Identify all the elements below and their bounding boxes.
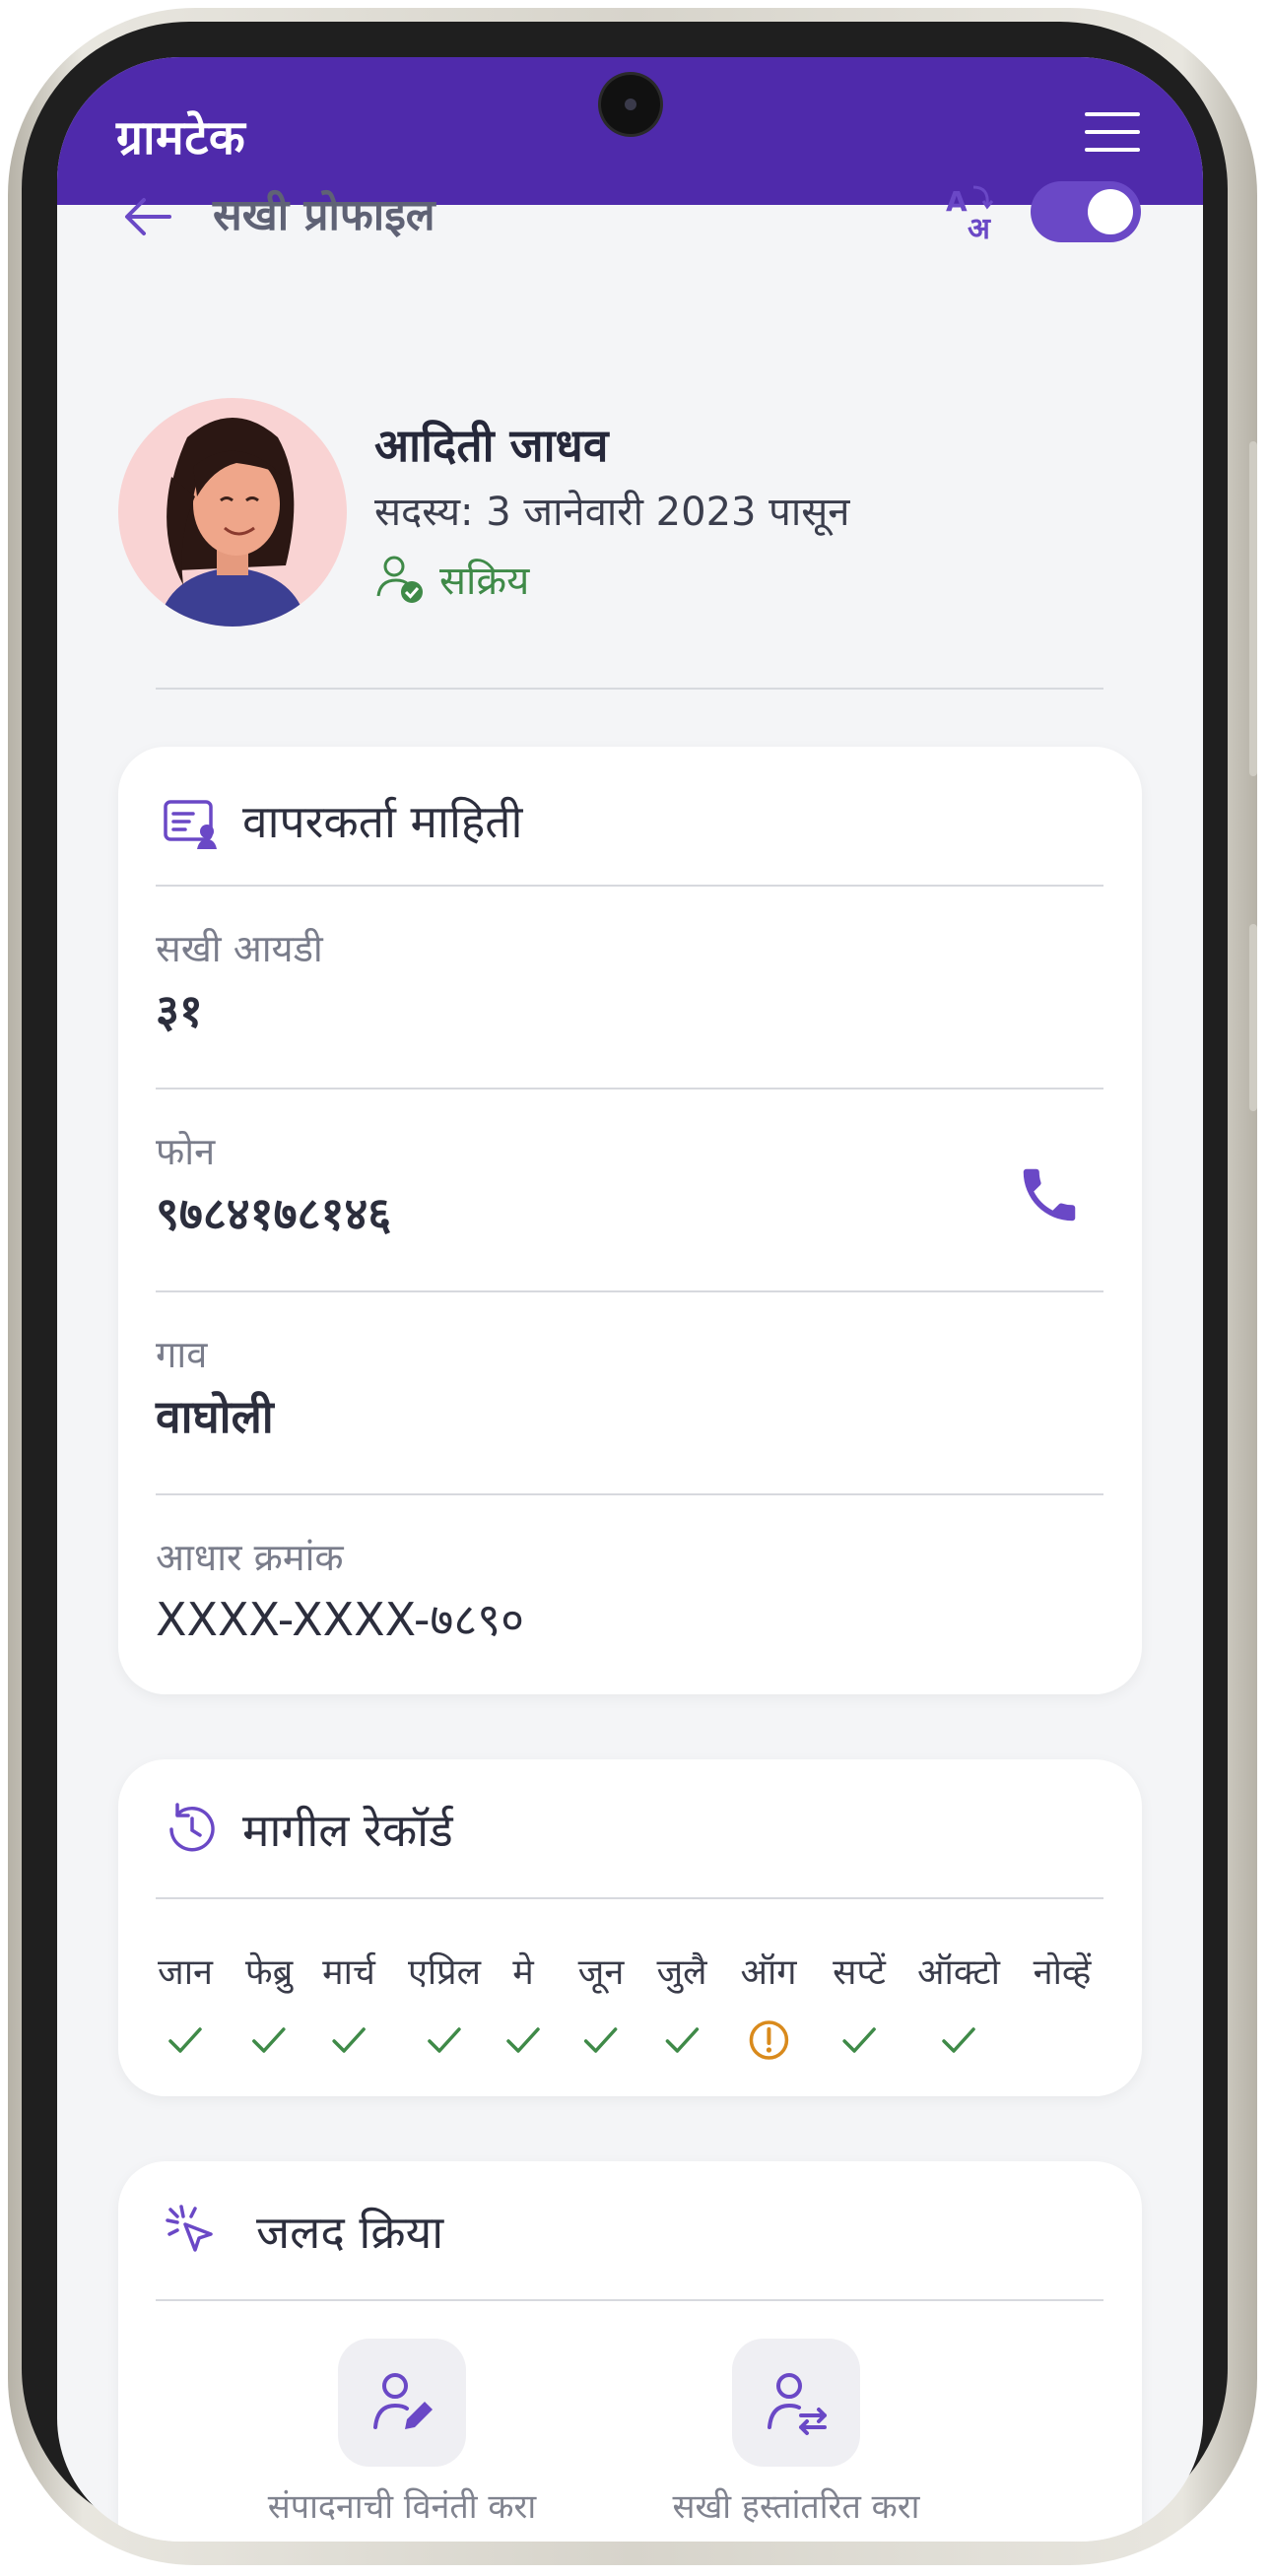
field-value-phone: ९७८४१७८१४६ xyxy=(156,1187,392,1240)
history-month-status xyxy=(503,2018,543,2062)
field-label-phone: फोन xyxy=(156,1130,216,1173)
history-card: मागील रेकॉर्ड जान फेब्रु मार्च एप्रिल मे जून ज… xyxy=(118,1759,1142,2096)
volume-button xyxy=(1249,441,1257,776)
history-month-status xyxy=(917,2018,1000,2062)
history-month-status xyxy=(656,2018,706,2062)
history-month-status xyxy=(833,2018,886,2062)
transfer-sakhi-label: सखी हस्तांतरित करा xyxy=(672,2487,920,2527)
history-month: जुलै xyxy=(656,1947,707,2062)
history-month-status xyxy=(245,2018,293,2062)
history-month: फेब्रु xyxy=(245,1947,293,2062)
divider xyxy=(156,688,1103,690)
check-icon xyxy=(168,2027,202,2053)
check-icon xyxy=(252,2027,286,2053)
page-title: सखी प्रोफाइल xyxy=(213,190,435,240)
field-value-aadhaar: XXXX-XXXX-७८९० xyxy=(156,1593,525,1646)
history-month-status xyxy=(578,2018,625,2062)
power-button xyxy=(1249,924,1257,1111)
history-month-label: जुलै xyxy=(656,1952,707,1993)
divider xyxy=(156,1088,1103,1090)
history-month: एप्रिल xyxy=(408,1947,481,2062)
history-month-status xyxy=(322,2018,375,2062)
field-value-village: वाघोली xyxy=(156,1390,274,1443)
history-month-status xyxy=(740,2018,796,2062)
history-month: जान xyxy=(158,1947,213,2062)
transfer-sakhi-button[interactable] xyxy=(732,2339,860,2467)
warning-icon xyxy=(749,2020,788,2060)
divider xyxy=(156,1897,1103,1899)
card-title-quick-actions: जलद क्रिया xyxy=(256,2206,444,2259)
card-title-user-info: वापरकर्ता माहिती xyxy=(242,795,523,848)
history-month: ऑक्टो xyxy=(917,1947,1000,2062)
field-label-sakhi-id: सखी आयडी xyxy=(156,927,323,970)
check-icon xyxy=(842,2027,876,2053)
status-text: सक्रिय xyxy=(439,559,530,604)
user-transfer-icon xyxy=(768,2373,827,2435)
translate-icon[interactable]: A अ xyxy=(944,179,1009,244)
history-month-label: सप्टें xyxy=(833,1952,886,1993)
history-month-status xyxy=(158,2018,213,2062)
history-month-label: ऑक्टो xyxy=(917,1952,1000,1993)
menu-icon[interactable] xyxy=(1085,112,1140,154)
check-icon xyxy=(584,2027,618,2053)
history-month-label: जून xyxy=(577,1952,625,1993)
history-month-label: मे xyxy=(512,1952,534,1993)
check-icon xyxy=(428,2027,461,2053)
user-edit-icon xyxy=(373,2373,433,2429)
svg-text:A: A xyxy=(946,185,968,218)
language-toggle[interactable] xyxy=(1031,181,1141,242)
divider xyxy=(156,1493,1103,1495)
field-label-aadhaar: आधार क्रमांक xyxy=(156,1536,344,1579)
user-info-card: वापरकर्ता माहिती सखी आयडी ३१ फोन ९७८४१७८… xyxy=(118,747,1142,1694)
history-months: जान फेब्रु मार्च एप्रिल मे जून जुलै ऑग सप्टें ऑक्… xyxy=(156,1947,1109,2084)
divider xyxy=(156,885,1103,887)
history-month: नोव्हें xyxy=(1034,1947,1092,2062)
check-icon xyxy=(942,2027,975,2053)
request-edit-button[interactable] xyxy=(338,2339,466,2467)
back-arrow-icon[interactable] xyxy=(118,187,177,246)
field-value-sakhi-id: ३१ xyxy=(156,984,203,1037)
quick-action-cursor-icon xyxy=(166,2205,213,2252)
history-month-label: मार्च xyxy=(322,1952,375,1993)
profile-name: आदिती जाधव xyxy=(374,419,609,472)
app-brand: ग्रामटेक xyxy=(116,110,246,165)
divider xyxy=(156,1290,1103,1292)
user-verified-icon xyxy=(376,556,423,603)
request-edit-action[interactable]: संपादनाची विनंती करा xyxy=(254,2339,550,2528)
history-month: जून xyxy=(577,1947,625,2062)
history-month-label: एप्रिल xyxy=(407,1952,482,1993)
member-since: सदस्य: 3 जानेवारी 2023 पासून xyxy=(374,490,850,535)
history-month: ऑग xyxy=(740,1947,797,2062)
check-icon xyxy=(506,2027,540,2053)
history-month-label: जान xyxy=(157,1952,214,1993)
divider xyxy=(156,2299,1103,2301)
svg-text:अ: अ xyxy=(968,212,991,244)
avatar xyxy=(118,398,347,627)
field-label-village: गाव xyxy=(156,1333,208,1376)
request-edit-label: संपादनाची विनंती करा xyxy=(267,2487,537,2527)
front-camera xyxy=(601,75,660,134)
transfer-sakhi-action[interactable]: सखी हस्तांतरित करा xyxy=(648,2339,944,2528)
history-month-status xyxy=(1034,2018,1092,2062)
phone-call-icon[interactable] xyxy=(1015,1160,1084,1229)
check-icon xyxy=(332,2027,366,2053)
history-month-label: नोव्हें xyxy=(1033,1952,1092,1993)
history-month: मार्च xyxy=(322,1947,375,2062)
history-month: सप्टें xyxy=(833,1947,886,2062)
check-icon xyxy=(665,2027,699,2053)
quick-actions-card: जलद क्रिया संपादनाची विनंती करा सखी हस्त… xyxy=(118,2161,1142,2542)
history-month-label: फेब्रु xyxy=(244,1952,294,1993)
history-month-label: ऑग xyxy=(740,1952,797,1993)
history-clock-icon xyxy=(169,1803,215,1852)
screen: ग्रामटेक सखी प्रोफाइल A अ आदिती जाधव सदस… xyxy=(57,57,1203,2542)
user-info-icon xyxy=(164,800,217,849)
card-title-history: मागील रेकॉर्ड xyxy=(242,1804,453,1857)
history-month: मे xyxy=(503,1947,543,2062)
history-month-status xyxy=(408,2018,481,2062)
status-badge: सक्रिय xyxy=(374,552,529,606)
